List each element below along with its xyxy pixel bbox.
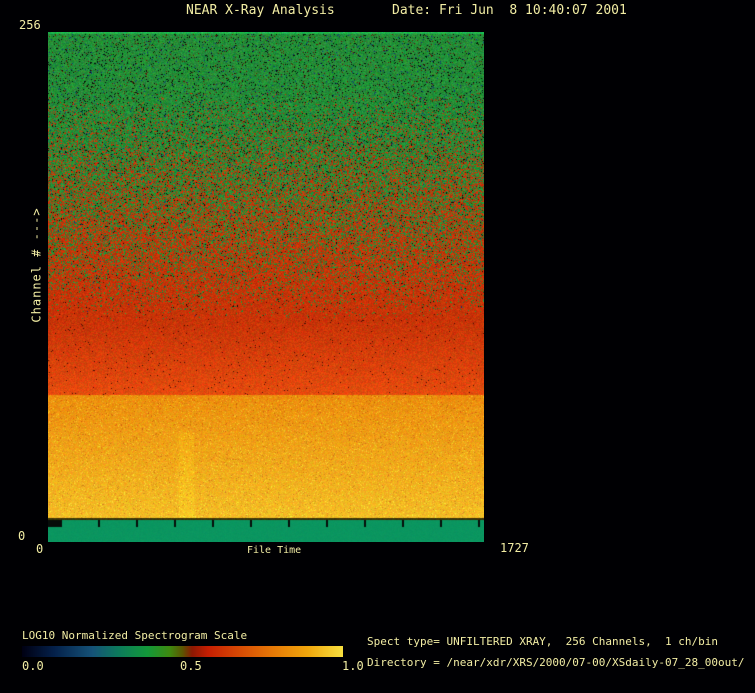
directory-label: Directory = /near/xdr/XRS/2000/07-00/XSd… (367, 656, 745, 669)
spectrogram-image[interactable] (48, 32, 484, 542)
colorbar-gradient (22, 646, 343, 657)
x-axis-min-label: 0 (36, 542, 44, 556)
spect-type-label: Spect type= UNFILTERED XRAY, 256 Channel… (367, 635, 718, 648)
app-window: NEAR X-Ray Analysis Date: Fri Jun 8 10:4… (0, 0, 755, 693)
x-axis-max-label: 1727 (500, 541, 529, 555)
colorbar-tick-mid: 0.5 (180, 659, 202, 673)
y-axis-max-label: 256 (19, 18, 41, 32)
app-title: NEAR X-Ray Analysis (186, 3, 335, 18)
x-axis-label: File Time (247, 545, 302, 556)
y-axis-label: Channel # ---> (29, 207, 44, 323)
colorbar-tick-max: 1.0 (342, 659, 364, 673)
colorbar-tick-min: 0.0 (22, 659, 44, 673)
y-axis-min-label: 0 (18, 529, 26, 543)
colorbar-title: LOG10 Normalized Spectrogram Scale (22, 629, 248, 642)
date-label: Date: Fri Jun 8 10:40:07 2001 (392, 3, 627, 18)
